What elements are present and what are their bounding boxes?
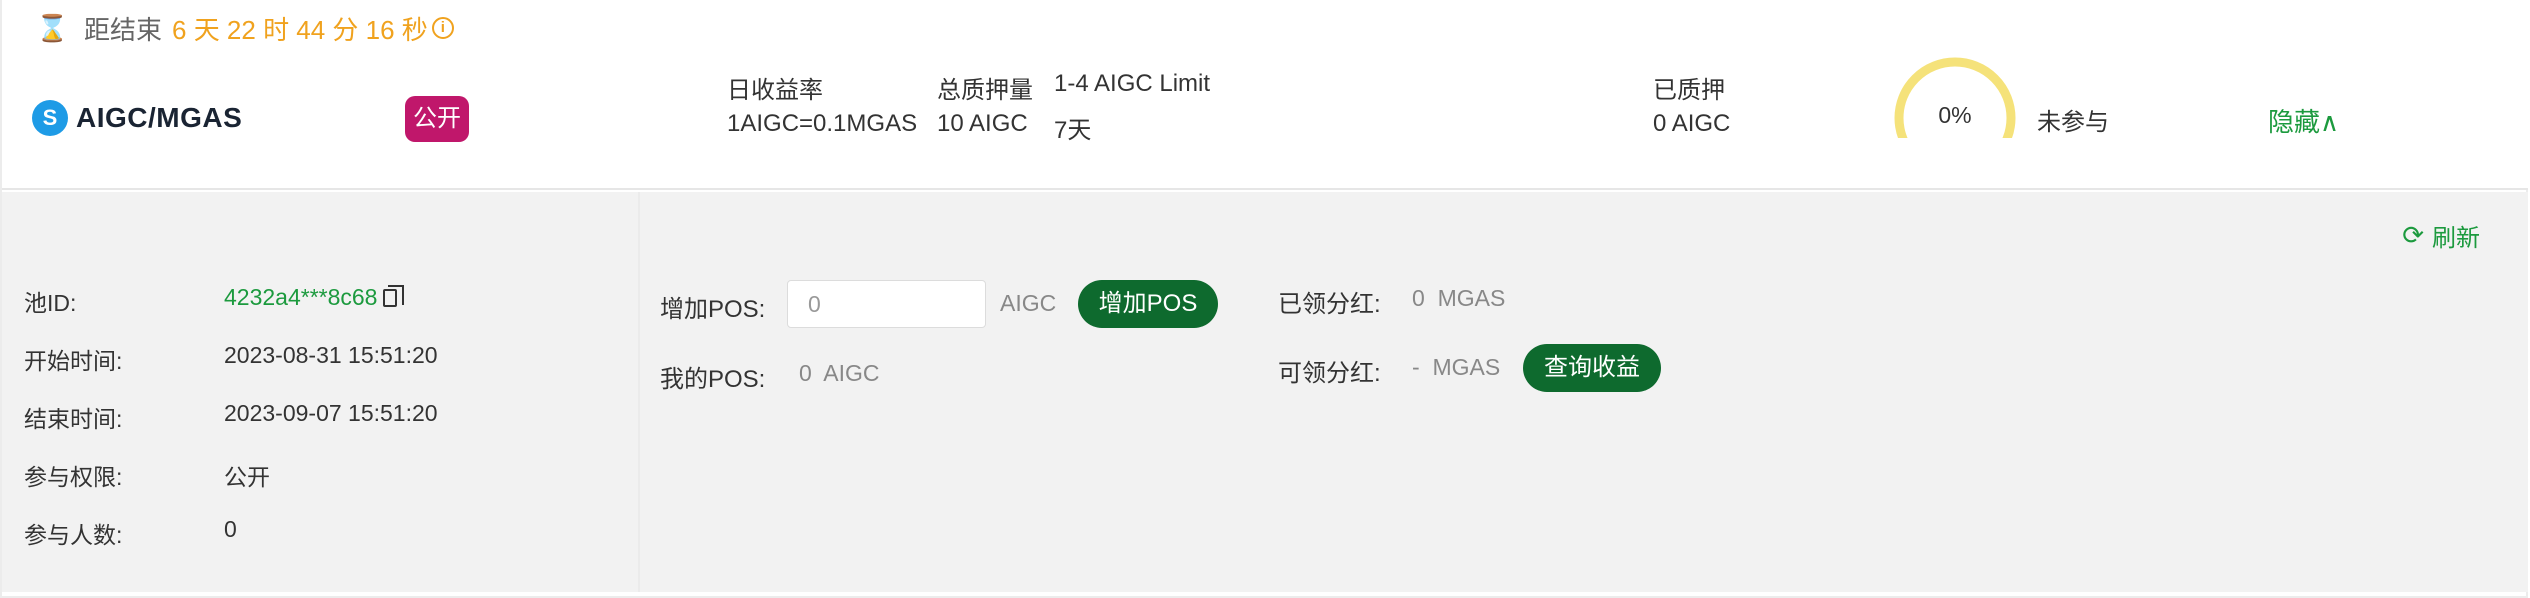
add-pos-label: 增加POS: bbox=[660, 296, 766, 323]
refresh-button[interactable]: ⟳ 刷新 bbox=[2402, 218, 2480, 253]
claimable-dividend-label: 可领分红: bbox=[1278, 360, 1381, 387]
add-pos-input[interactable] bbox=[787, 280, 986, 328]
end-time-value: 2023-09-07 15:51:20 bbox=[224, 400, 438, 426]
participants-value: 0 bbox=[224, 516, 237, 542]
query-earnings-button[interactable]: 查询收益 bbox=[1523, 344, 1661, 392]
column-divider bbox=[638, 192, 640, 592]
end-time-label: 结束时间: bbox=[24, 406, 123, 432]
refresh-label: 刷新 bbox=[2432, 225, 2480, 252]
claimed-dividend-label: 已领分红: bbox=[1278, 291, 1381, 318]
copy-icon[interactable] bbox=[383, 285, 405, 307]
permission-label: 参与权限: bbox=[24, 464, 123, 490]
total-staked-label: 总质押量 bbox=[937, 77, 1033, 104]
visibility-badge: 公开 bbox=[405, 96, 469, 142]
start-time-value: 2023-08-31 15:51:20 bbox=[224, 342, 438, 368]
participants-label: 参与人数: bbox=[24, 522, 123, 548]
pool-card: ⌛ 距结束 6 天 22 时 44 分 16 秒 i S AIGC/MGAS 公… bbox=[0, 0, 2528, 598]
token-pair: S AIGC/MGAS bbox=[32, 100, 242, 136]
total-staked-value: 10 AIGC bbox=[937, 110, 1028, 137]
countdown: ⌛ 距结束 6 天 22 时 44 分 16 秒 i bbox=[36, 8, 454, 48]
countdown-label: 距结束 bbox=[84, 14, 163, 45]
hide-details-toggle[interactable]: 隐藏∧ bbox=[2268, 102, 2339, 139]
my-pos-value: 0 AIGC bbox=[799, 360, 880, 386]
staked-label: 已质押 bbox=[1653, 77, 1725, 104]
claimable-dividend-value: - MGAS bbox=[1412, 354, 1501, 380]
yield-value: 1AIGC=0.1MGAS bbox=[727, 110, 918, 137]
hourglass-icon: ⌛ bbox=[36, 13, 69, 43]
progress-percent: 0% bbox=[1938, 102, 1972, 128]
info-icon[interactable]: i bbox=[431, 17, 454, 39]
participation-status: 未参与 bbox=[2037, 109, 2109, 136]
ring-mask bbox=[1872, 138, 2042, 188]
pool-id[interactable]: 4232a4***8c68 bbox=[224, 284, 377, 310]
claimed-dividend-value: 0 MGAS bbox=[1412, 285, 1506, 311]
pool-id-label: 池ID: bbox=[24, 290, 77, 316]
start-time-label: 开始时间: bbox=[24, 348, 123, 374]
refresh-icon: ⟳ bbox=[2402, 220, 2424, 250]
add-pos-unit: AIGC bbox=[1000, 290, 1057, 316]
permission-value: 公开 bbox=[224, 464, 270, 490]
staked-value: 0 AIGC bbox=[1653, 110, 1731, 137]
pool-summary: ⌛ 距结束 6 天 22 时 44 分 16 秒 i S AIGC/MGAS 公… bbox=[2, 0, 2528, 190]
pool-id-value: 4232a4***8c68 bbox=[224, 284, 405, 311]
yield-label: 日收益率 bbox=[727, 77, 823, 104]
token-logo-icon: S bbox=[32, 100, 68, 136]
limit-label: 1-4 AIGC Limit bbox=[1054, 70, 1211, 97]
token-pair-name: AIGC/MGAS bbox=[76, 102, 243, 133]
pool-details: ⟳ 刷新 池ID: 4232a4***8c68 开始时间: 2023-08-31… bbox=[2, 192, 2528, 592]
countdown-time: 6 天 22 时 44 分 16 秒 bbox=[172, 14, 428, 45]
add-pos-button[interactable]: 增加POS bbox=[1078, 280, 1218, 328]
duration-value: 7天 bbox=[1054, 117, 1092, 144]
my-pos-label: 我的POS: bbox=[660, 366, 766, 393]
